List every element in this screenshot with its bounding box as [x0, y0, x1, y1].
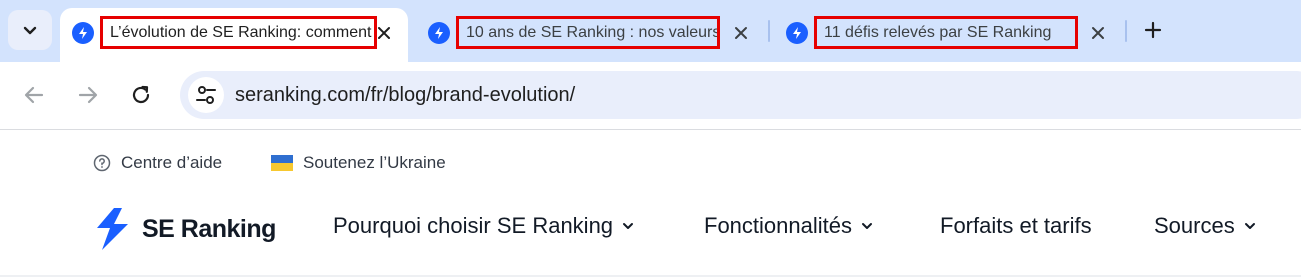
- nav-pricing[interactable]: Forfaits et tarifs: [940, 213, 1092, 239]
- new-tab-button[interactable]: [1140, 17, 1166, 43]
- site-info-button[interactable]: [188, 77, 224, 113]
- tab-title: L’évolution de SE Ranking: comment: [100, 16, 377, 49]
- close-tab-icon[interactable]: [1086, 21, 1110, 45]
- ukraine-flag-icon: [271, 155, 293, 171]
- arrow-left-icon: [24, 86, 44, 104]
- browser-toolbar: seranking.com/fr/blog/brand-evolution/: [0, 62, 1301, 130]
- tune-icon: [196, 86, 216, 104]
- seranking-favicon-icon: [72, 22, 94, 44]
- tab-title: 10 ans de SE Ranking : nos valeurs: [456, 16, 720, 49]
- help-center-label: Centre d’aide: [121, 153, 223, 172]
- nav-why-se-ranking[interactable]: Pourquoi choisir SE Ranking: [333, 213, 635, 239]
- tab-title: 11 défis relevés par SE Ranking: [814, 16, 1078, 49]
- chevron-down-icon: [623, 223, 634, 229]
- main-navigation: SE Ranking Pourquoi choisir SE Ranking F…: [0, 195, 1301, 277]
- forward-button[interactable]: [72, 79, 104, 111]
- nav-label: Pourquoi choisir SE Ranking: [333, 213, 614, 238]
- nav-resources[interactable]: Sources: [1154, 213, 1257, 239]
- support-ukraine-label: Soutenez l’Ukraine: [303, 153, 446, 172]
- close-tab-icon[interactable]: [372, 21, 396, 45]
- tab-search-button[interactable]: [8, 10, 52, 50]
- url-text[interactable]: seranking.com/fr/blog/brand-evolution/: [235, 71, 575, 119]
- brand-name: SE Ranking: [142, 214, 276, 243]
- address-bar[interactable]: seranking.com/fr/blog/brand-evolution/: [180, 71, 1301, 119]
- se-ranking-logo-icon: [97, 208, 128, 250]
- close-tab-icon[interactable]: [729, 21, 753, 45]
- chevron-down-icon: [1244, 223, 1255, 229]
- seranking-favicon-icon: [786, 22, 808, 44]
- tab-strip: L’évolution de SE Ranking: comment 10 an…: [0, 0, 1301, 62]
- help-center-link[interactable]: Centre d’aide: [93, 153, 222, 173]
- plus-icon: [1144, 21, 1162, 39]
- chevron-down-icon: [861, 223, 872, 229]
- help-circle-icon: [93, 154, 111, 172]
- nav-label: Fonctionnalités: [704, 213, 852, 238]
- tab-separator: [768, 20, 770, 42]
- arrow-right-icon: [78, 86, 98, 104]
- nav-label: Sources: [1154, 213, 1235, 238]
- nav-label: Forfaits et tarifs: [940, 213, 1092, 238]
- support-ukraine-link[interactable]: Soutenez l’Ukraine: [271, 153, 446, 173]
- tab-1[interactable]: L’évolution de SE Ranking: comment: [60, 8, 408, 62]
- seranking-favicon-icon: [428, 22, 450, 44]
- tab-2[interactable]: 10 ans de SE Ranking : nos valeurs: [416, 8, 768, 62]
- reload-icon: [132, 85, 150, 104]
- se-ranking-logo[interactable]: SE Ranking: [92, 207, 276, 251]
- nav-features[interactable]: Fonctionnalités: [704, 213, 874, 239]
- back-button[interactable]: [18, 79, 50, 111]
- tab-separator: [1125, 20, 1127, 42]
- tab-3[interactable]: 11 défis relevés par SE Ranking: [774, 8, 1122, 62]
- chevron-down-icon: [23, 26, 37, 35]
- reload-button[interactable]: [125, 79, 157, 111]
- site-topbar: Centre d’aide Soutenez l’Ukraine: [0, 131, 1301, 195]
